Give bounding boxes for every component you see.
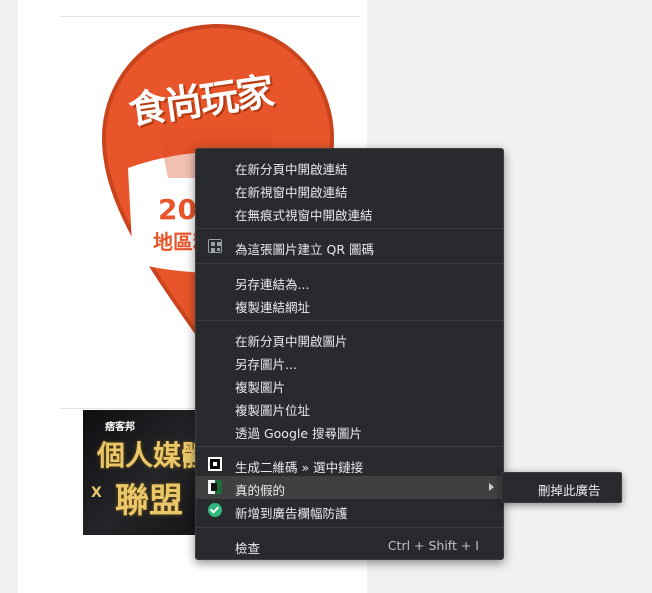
- menu-item-label: 檢查: [235, 541, 261, 556]
- ad-line1: 個人媒體: [97, 439, 208, 472]
- menu-item-create-qr-code[interactable]: 為這張圖片建立 QR 圖碼: [196, 235, 503, 258]
- divider: [60, 16, 360, 17]
- menu-item-label: 複製圖片: [235, 380, 286, 395]
- menu-item-label: 在新分頁中開啟連結: [235, 162, 348, 177]
- menu-item-inspect[interactable]: 檢查 Ctrl + Shift + I: [196, 534, 503, 557]
- menu-item-copy-link-address[interactable]: 複製連結網址: [196, 293, 503, 316]
- menu-item-open-link-incognito[interactable]: 在無痕式視窗中開啟連結: [196, 201, 503, 224]
- ad-x-mark: X: [91, 485, 102, 501]
- menu-item-label: 另存圖片...: [235, 357, 297, 372]
- menu-separator: [196, 527, 503, 528]
- menu-item-label: 另存連結為...: [235, 277, 310, 292]
- ad-image[interactable]: 痞客邦 個人媒體 X 聯盟: [83, 410, 208, 535]
- menu-item-save-link-as[interactable]: 另存連結為...: [196, 270, 503, 293]
- qr-generator-icon: [208, 457, 222, 471]
- menu-item-label: 在無痕式視窗中開啟連結: [235, 208, 373, 223]
- ad-brand: 痞客邦: [105, 422, 135, 433]
- menu-item-search-image-google[interactable]: 透過 Google 搜尋圖片: [196, 419, 503, 442]
- menu-item-label: 透過 Google 搜尋圖片: [235, 426, 363, 441]
- menu-item-shortcut: Ctrl + Shift + I: [387, 538, 479, 553]
- ad-line2: 聯盟: [115, 481, 183, 521]
- menu-item-label: 生成二維碼 » 選中鏈接: [235, 460, 364, 475]
- context-menu: 在新分頁中開啟連結 在新視窗中開啟連結 在無痕式視窗中開啟連結 為這張圖片建立 …: [195, 148, 504, 560]
- menu-item-open-link-new-window[interactable]: 在新視窗中開啟連結: [196, 178, 503, 201]
- shield-check-icon: [208, 503, 222, 517]
- menu-item-label: 複製圖片位址: [235, 403, 311, 418]
- menu-item-label: 新增到廣告欄幅防護: [235, 506, 348, 521]
- qr-code-icon: [208, 239, 222, 253]
- ad-badge: [183, 455, 195, 462]
- menu-item-fake-news[interactable]: 真的假的: [196, 476, 503, 499]
- logo-year: 20: [158, 193, 197, 226]
- menu-item-generate-qr-link[interactable]: 生成二維碼 » 選中鏈接: [196, 453, 503, 476]
- menu-item-save-image-as[interactable]: 另存圖片...: [196, 350, 503, 373]
- menu-item-add-to-adblock[interactable]: 新增到廣告欄幅防護: [196, 499, 503, 522]
- menu-item-label: 真的假的: [235, 483, 286, 498]
- menu-item-copy-image[interactable]: 複製圖片: [196, 373, 503, 396]
- submenu: 刪掉此廣告: [501, 472, 622, 503]
- submenu-arrow-icon: [489, 483, 494, 491]
- submenu-item-remove-ad[interactable]: 刪掉此廣告: [538, 480, 601, 499]
- menu-item-label: 在新分頁中開啟圖片: [235, 334, 348, 349]
- menu-item-open-image-new-tab[interactable]: 在新分頁中開啟圖片: [196, 327, 503, 350]
- menu-separator: [196, 228, 503, 229]
- menu-separator: [196, 446, 503, 447]
- menu-item-label: 在新視窗中開啟連結: [235, 185, 348, 200]
- menu-item-label: 為這張圖片建立 QR 圖碼: [235, 242, 374, 257]
- menu-item-label: 複製連結網址: [235, 300, 311, 315]
- menu-separator: [196, 320, 503, 321]
- menu-separator: [196, 263, 503, 264]
- menu-item-open-link-new-tab[interactable]: 在新分頁中開啟連結: [196, 155, 503, 178]
- menu-item-copy-image-address[interactable]: 複製圖片位址: [196, 396, 503, 419]
- fake-news-icon: [208, 480, 222, 494]
